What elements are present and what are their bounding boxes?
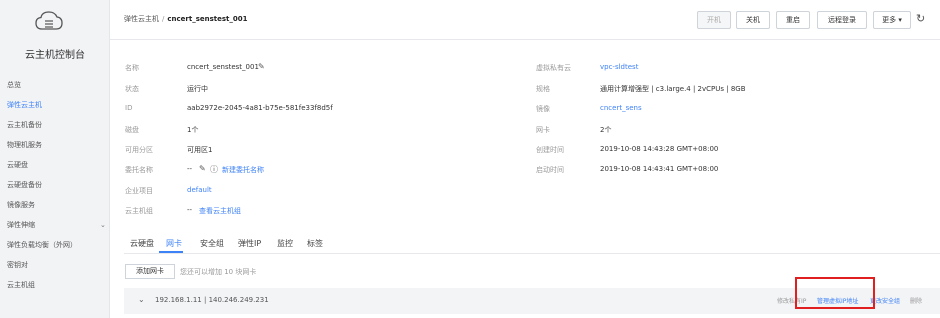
name-label: 名称 <box>125 64 139 72</box>
chevron-down-icon[interactable]: ⌄ <box>100 221 106 229</box>
refresh-icon[interactable]: ↻ <box>916 12 925 25</box>
name-value: cncert_senstest_001 <box>187 63 259 71</box>
az-value: 可用区1 <box>187 146 213 154</box>
tab-nic[interactable]: 网卡 <box>166 238 182 249</box>
cloud-server-logo-icon <box>34 9 64 35</box>
add-nic-button[interactable]: 添加网卡 <box>125 264 175 279</box>
az-label: 可用分区 <box>125 146 153 154</box>
nic-value: 2个 <box>600 126 612 134</box>
header: 弹性云主机 / cncert_senstest_001 开机 关机 重启 远程登录 … <box>110 0 940 40</box>
id-value: aab2972e-2045-4a81-b75e-581fe33f8d5f <box>187 104 333 112</box>
remote-login-button[interactable]: 远程登录 <box>817 11 867 29</box>
spec-value: 通用计算增强型 | c3.large.4 | 2vCPUs | 8GB <box>600 85 746 93</box>
delete-link[interactable]: 删除 <box>910 296 922 305</box>
breadcrumb-current: cncert_senstest_001 <box>167 15 248 23</box>
highlight-box <box>795 277 875 309</box>
tab-cloud-disk[interactable]: 云硬盘 <box>130 238 154 249</box>
project-link[interactable]: default <box>187 186 212 194</box>
help-icon[interactable]: ⓘ <box>210 164 218 175</box>
spec-label: 规格 <box>536 85 550 93</box>
vpc-label: 虚拟私有云 <box>536 64 571 72</box>
server-group-value: -- <box>187 206 193 214</box>
view-server-group-link[interactable]: 查看云主机组 <box>199 206 241 216</box>
delegate-value: -- <box>187 165 193 173</box>
started-time-label: 启动时间 <box>536 166 564 174</box>
sidebar-item-cloud-disk[interactable]: 云硬盘 <box>7 158 107 172</box>
breadcrumb-separator: / <box>162 15 165 23</box>
tab-tags[interactable]: 标签 <box>307 238 323 249</box>
start-button[interactable]: 开机 <box>697 11 731 29</box>
tab-elastic-ip[interactable]: 弹性IP <box>238 238 261 249</box>
disk-value: 1个 <box>187 126 199 134</box>
active-tab-indicator <box>159 251 183 253</box>
nic-ip-addresses: 192.168.1.11 | 140.246.249.231 <box>155 296 269 304</box>
sidebar-item-bare-metal[interactable]: 物理机服务 <box>7 138 107 152</box>
image-label: 镜像 <box>536 105 550 113</box>
image-link[interactable]: cncert_sens <box>600 104 642 112</box>
sidebar-item-overview[interactable]: 总览 <box>7 78 107 92</box>
tab-security-group[interactable]: 安全组 <box>200 238 224 249</box>
created-time-label: 创建时间 <box>536 146 564 154</box>
more-dropdown[interactable]: 更多 ▾ <box>873 11 911 29</box>
status-label: 状态 <box>125 85 139 93</box>
disk-label: 磁盘 <box>125 126 139 134</box>
sidebar-item-load-balancer[interactable]: 弹性负载均衡（外网） <box>7 238 107 252</box>
chevron-down-icon[interactable]: ⌄ <box>138 295 145 304</box>
project-label: 企业项目 <box>125 187 153 195</box>
nic-quota-hint: 您还可以增加 10 块网卡 <box>180 268 257 276</box>
status-value: 运行中 <box>187 85 208 93</box>
sidebar-item-key-pair[interactable]: 密钥对 <box>7 258 107 272</box>
sidebar-item-disk-backup[interactable]: 云硬盘备份 <box>7 178 107 192</box>
delegate-label: 委托名称 <box>125 166 153 174</box>
nic-label: 网卡 <box>536 126 550 134</box>
sidebar: 云主机控制台 总览 弹性云主机 云主机备份 物理机服务 云硬盘 云硬盘备份 镜像… <box>0 0 110 318</box>
new-delegate-link[interactable]: 新建委托名称 <box>222 165 264 175</box>
console-title: 云主机控制台 <box>25 50 85 61</box>
edit-icon[interactable]: ✎ <box>199 164 206 173</box>
tab-monitoring[interactable]: 监控 <box>277 238 293 249</box>
sidebar-item-auto-scaling[interactable]: 弹性伸缩 <box>7 218 107 232</box>
restart-button[interactable]: 重启 <box>776 11 810 29</box>
sidebar-item-elastic-cloud-server[interactable]: 弹性云主机 <box>7 98 107 112</box>
server-group-label: 云主机组 <box>125 207 153 215</box>
sidebar-item-server-backup[interactable]: 云主机备份 <box>7 118 107 132</box>
shutdown-button[interactable]: 关机 <box>736 11 770 29</box>
breadcrumb-parent[interactable]: 弹性云主机 <box>124 15 159 23</box>
breadcrumb: 弹性云主机 / cncert_senstest_001 <box>124 14 247 24</box>
sidebar-item-image-service[interactable]: 镜像服务 <box>7 198 107 212</box>
sidebar-item-server-group[interactable]: 云主机组 <box>7 278 107 292</box>
edit-icon[interactable]: ✎ <box>258 62 265 71</box>
created-time-value: 2019-10-08 14:43:28 GMT+08:00 <box>600 145 719 153</box>
tabs-divider <box>124 253 940 254</box>
started-time-value: 2019-10-08 14:43:41 GMT+08:00 <box>600 165 719 173</box>
vpc-link[interactable]: vpc-sldtest <box>600 63 638 71</box>
id-label: ID <box>125 104 133 112</box>
